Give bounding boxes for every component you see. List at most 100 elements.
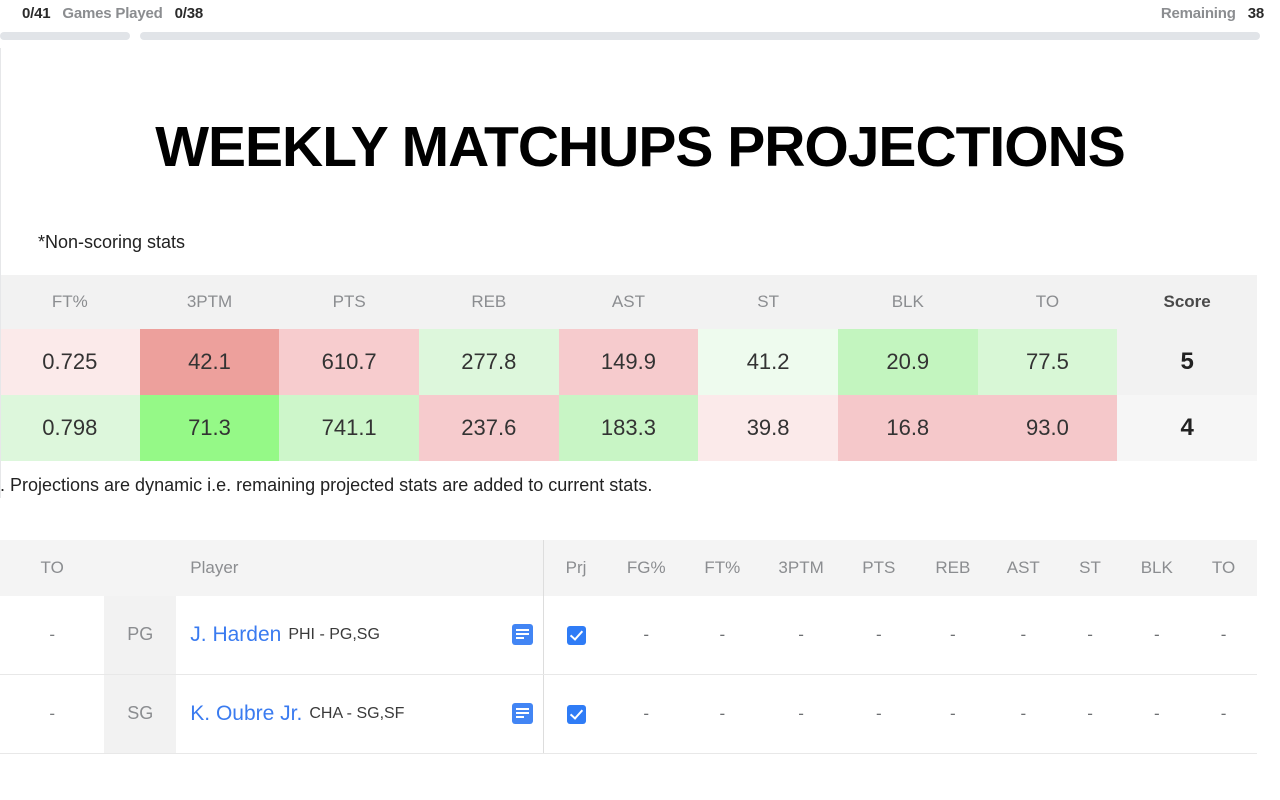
roster-cell-blk: - <box>1123 674 1191 754</box>
roster-col-st[interactable]: ST <box>1056 539 1124 596</box>
roster-player-cell: K. Oubre Jr. CHA - SG,SF <box>176 674 544 754</box>
projections-cell-st: 39.8 <box>698 394 838 461</box>
roster-col-3ptm[interactable]: 3PTM <box>760 539 842 596</box>
projections-col-to[interactable]: TO <box>977 274 1118 329</box>
roster-cell-to-right: - <box>1190 674 1257 754</box>
roster-cell-ftpct: - <box>684 595 761 675</box>
projections-col-ftpct[interactable]: FT% <box>0 274 140 329</box>
roster-col-prj[interactable]: Prj <box>542 539 609 596</box>
roster-cell-pts: - <box>841 595 916 675</box>
projection-checkbox[interactable] <box>566 625 586 645</box>
roster-cell-to-left: - <box>0 674 105 754</box>
remaining-label: Remaining <box>1160 4 1236 22</box>
roster-col-to-left[interactable]: TO <box>0 539 105 596</box>
games-played-group: 0/41 Games Played 0/38 <box>22 5 203 22</box>
roster-col-fgpct[interactable]: FG% <box>608 539 685 596</box>
projections-cell-reb: 277.8 <box>418 328 559 395</box>
roster-cell-pts: - <box>841 674 916 754</box>
roster-cell-3ptm: - <box>760 595 842 675</box>
roster-header-row: TO Player Prj FG% FT% 3PTM PTS REB AST S… <box>0 539 1257 596</box>
left-panel-edge <box>0 48 1 498</box>
roster-cell-to-left: - <box>0 595 105 675</box>
projections-cell-pts: 741.1 <box>279 394 419 461</box>
player-team-positions: PHI - PG,SG <box>288 625 380 643</box>
projections-cell-to: 77.5 <box>977 328 1118 395</box>
roster-player-cell: J. Harden PHI - PG,SG <box>176 595 544 675</box>
roster-cell-ast: - <box>989 595 1057 675</box>
roster-cell-to-right: - <box>1190 595 1257 675</box>
projections-col-st[interactable]: ST <box>698 274 838 329</box>
remaining-value: 38 <box>1247 4 1265 22</box>
title-zone: WEEKLY MATCHUPS PROJECTIONS <box>0 46 1280 178</box>
note-icon[interactable] <box>511 624 533 646</box>
projections-cell-ftpct: 0.725 <box>0 328 140 395</box>
projections-col-reb[interactable]: REB <box>418 274 559 329</box>
projections-body: 0.725 42.1 610.7 277.8 149.9 41.2 20.9 77.5 5 0.7… <box>0 328 1257 461</box>
projections-cell-reb: 237.6 <box>418 394 559 461</box>
roster-body: - PG J. Harden PHI - PG,SG - - - - - - - - - - SG K. Ou… <box>0 595 1257 754</box>
games-played-right-value: 0/38 <box>174 4 204 22</box>
roster-col-reb[interactable]: REB <box>915 539 990 596</box>
projections-cell-3ptm: 42.1 <box>139 328 280 395</box>
roster-col-blk[interactable]: BLK <box>1123 539 1191 596</box>
roster-cell-ftpct: - <box>684 674 761 754</box>
games-played-label: Games Played <box>62 4 163 22</box>
table-row: - PG J. Harden PHI - PG,SG - - - - - - - - - <box>0 595 1257 675</box>
roster-col-pts[interactable]: PTS <box>841 539 916 596</box>
projections-cell-pts: 610.7 <box>279 328 419 395</box>
page-title: WEEKLY MATCHUPS PROJECTIONS <box>155 115 1126 179</box>
roster-col-ast[interactable]: AST <box>989 539 1057 596</box>
projections-col-score[interactable]: Score <box>1117 274 1257 329</box>
progress-bar-left <box>0 32 130 40</box>
projections-cell-ftpct: 0.798 <box>0 394 140 461</box>
roster-col-slot <box>104 539 177 596</box>
projections-table: FT% 3PTM PTS REB AST ST BLK TO Score 0.7… <box>0 274 1257 461</box>
projection-checkbox[interactable] <box>566 704 586 724</box>
projections-cell-ast: 149.9 <box>558 328 699 395</box>
projections-cell-3ptm: 71.3 <box>139 394 280 461</box>
projections-col-pts[interactable]: PTS <box>279 274 419 329</box>
roster-cell-blk: - <box>1123 595 1191 675</box>
roster-cell-reb: - <box>915 595 990 675</box>
progress-bars <box>0 26 1280 46</box>
roster-cell-ast: - <box>989 674 1057 754</box>
projections-cell-ast: 183.3 <box>558 394 699 461</box>
projections-score-value: 4 <box>1117 394 1257 461</box>
projections-col-3ptm[interactable]: 3PTM <box>139 274 280 329</box>
projections-header-row: FT% 3PTM PTS REB AST ST BLK TO Score <box>0 274 1257 329</box>
roster-cell-st: - <box>1056 674 1124 754</box>
remaining-group: Remaining 38 <box>1161 5 1264 22</box>
projections-caption: ). Projections are dynamic i.e. remainin… <box>0 474 653 495</box>
roster-cell-3ptm: - <box>760 674 842 754</box>
player-name-link[interactable]: J. Harden <box>190 623 281 647</box>
projections-col-blk[interactable]: BLK <box>837 274 978 329</box>
projections-cell-to: 93.0 <box>977 394 1118 461</box>
player-team-positions: CHA - SG,SF <box>309 704 405 722</box>
roster-cell-prj <box>543 595 609 675</box>
note-icon[interactable] <box>511 703 533 725</box>
roster-cell-prj <box>543 674 609 754</box>
roster-cell-fgpct: - <box>608 674 685 754</box>
projections-score-value: 5 <box>1117 328 1257 395</box>
roster-cell-st: - <box>1056 595 1124 675</box>
roster-table: TO Player Prj FG% FT% 3PTM PTS REB AST S… <box>0 539 1257 754</box>
table-row: - SG K. Oubre Jr. CHA - SG,SF - - - - - - - - - <box>0 674 1257 754</box>
roster-cell-reb: - <box>915 674 990 754</box>
projections-row: 0.725 42.1 610.7 277.8 149.9 41.2 20.9 77.5 5 <box>0 328 1257 395</box>
progress-bar-right <box>140 32 1260 40</box>
projections-col-ast[interactable]: AST <box>558 274 699 329</box>
roster-slot-label[interactable]: SG <box>104 674 177 754</box>
roster-col-ftpct[interactable]: FT% <box>684 539 761 596</box>
projections-row: 0.798 71.3 741.1 237.6 183.3 39.8 16.8 93.0 4 <box>0 394 1257 461</box>
projections-cell-blk: 20.9 <box>837 328 978 395</box>
projections-cell-st: 41.2 <box>698 328 838 395</box>
top-status-bar: 0/41 Games Played 0/38 Remaining 38 <box>0 0 1280 26</box>
player-info: K. Oubre Jr. CHA - SG,SF <box>190 702 533 726</box>
player-name-link[interactable]: K. Oubre Jr. <box>190 702 302 726</box>
roster-slot-label[interactable]: PG <box>104 595 177 675</box>
player-info: J. Harden PHI - PG,SG <box>190 623 533 647</box>
roster-col-player[interactable]: Player <box>176 539 544 596</box>
games-played-left-value: 0/41 <box>22 4 51 22</box>
non-scoring-stats-note: *Non-scoring stats <box>38 231 186 252</box>
roster-col-to-right[interactable]: TO <box>1190 539 1257 596</box>
